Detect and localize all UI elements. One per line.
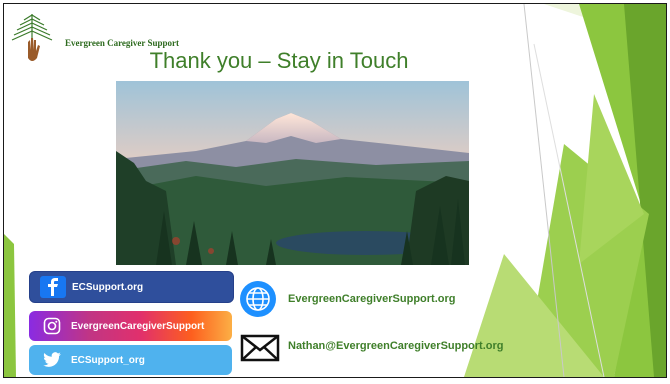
website-link[interactable]: EvergreenCaregiverSupport.org: [288, 293, 456, 305]
instagram-icon: [39, 315, 65, 337]
email-link[interactable]: Nathan@EvergreenCaregiverSupport.org: [288, 340, 504, 352]
mountain-photo: [116, 81, 469, 265]
slide-title: Thank you – Stay in Touch: [149, 48, 409, 73]
envelope-icon: [240, 334, 280, 362]
twitter-label: ECSupport_org: [71, 354, 145, 366]
logo-text: Evergreen Caregiver Support: [65, 38, 179, 48]
instagram-label: EvergreenCaregiverSupport: [71, 320, 205, 332]
globe-icon: [240, 281, 276, 317]
twitter-icon: [39, 349, 65, 371]
instagram-link[interactable]: EvergreenCaregiverSupport: [29, 311, 232, 341]
twitter-link[interactable]: ECSupport_org: [29, 345, 232, 375]
slide: Evergreen Caregiver Support Thank you – …: [3, 3, 667, 378]
facebook-label: ECSupport.org: [72, 281, 144, 293]
facebook-icon: [40, 276, 66, 298]
facebook-link[interactable]: ECSupport.org: [29, 271, 234, 303]
